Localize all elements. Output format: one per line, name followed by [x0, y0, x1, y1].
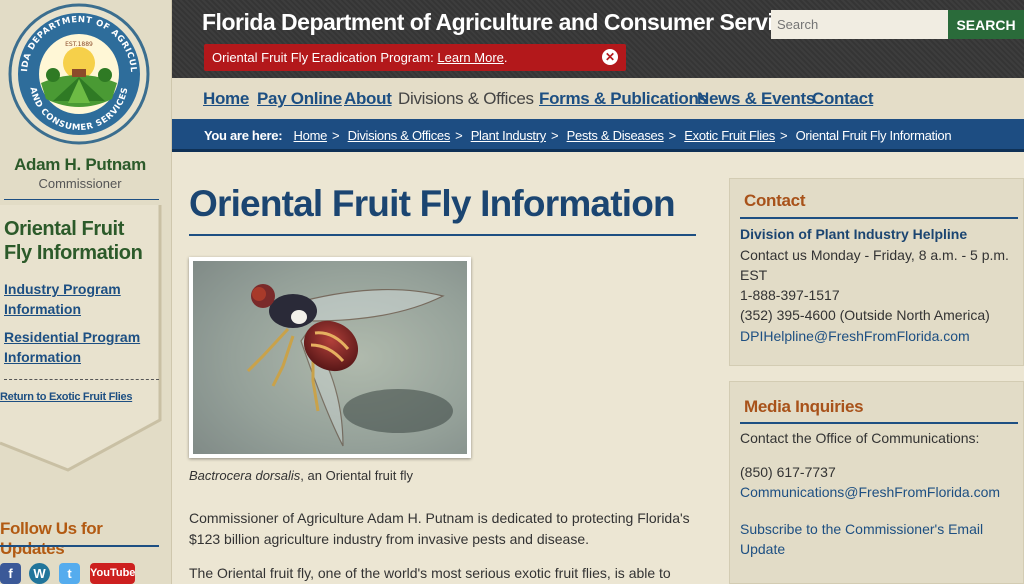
section-nav: Oriental Fruit Fly Information Industry … [0, 205, 172, 475]
fruit-fly-photo-frame [189, 257, 471, 458]
contact-org: Division of Plant Industry Helpline [740, 226, 968, 242]
breadcrumb-home[interactable]: Home [294, 128, 328, 143]
residential-program-link[interactable]: Residential Program Information [4, 327, 154, 367]
breadcrumb-separator: > [455, 128, 463, 143]
seal-est: EST.1889 [65, 41, 93, 48]
contact-box-divider [740, 217, 1018, 219]
department-seal-logo[interactable]: FLORIDA DEPARTMENT OF AGRICULTURE AND CO… [8, 3, 150, 145]
commissioner-name: Adam H. Putnam [14, 155, 146, 174]
sidebar-divider [4, 199, 159, 200]
subscribe-line2: Update [740, 541, 786, 557]
site-header: Florida Department of Agriculture and Co… [172, 0, 1024, 78]
contact-box-title: Contact [744, 191, 806, 210]
nav-about[interactable]: About [344, 89, 392, 109]
subscribe-line1: Subscribe to the Commissioner's Email [740, 521, 984, 537]
youtube-icon[interactable]: YouTube [90, 563, 135, 584]
page-title: Oriental Fruit Fly Information [189, 183, 676, 224]
contact-phone-intl: (352) 395-4600 (Outside North America) [740, 307, 990, 323]
media-box-title: Media Inquiries [744, 397, 864, 416]
search-input[interactable] [771, 10, 948, 39]
nav-home[interactable]: Home [203, 89, 249, 109]
section-nav-title: Oriental Fruit Fly Information [4, 218, 143, 264]
twitter-icon[interactable]: t [59, 563, 80, 584]
nav-forms-publications[interactable]: Forms & Publications [539, 89, 708, 109]
intro-paragraph: Commissioner of Agriculture Adam H. Putn… [189, 510, 690, 547]
follow-us-divider [0, 545, 159, 547]
nav-divisions-offices[interactable]: Divisions & Offices [398, 89, 534, 109]
learn-more-link[interactable]: Learn More [437, 50, 503, 65]
site-title[interactable]: Florida Department of Agriculture and Co… [202, 9, 811, 36]
alert-banner: Oriental Fruit Fly Eradication Program: … [204, 44, 626, 71]
caption-species: Bactrocera dorsalis [189, 468, 301, 483]
contact-hours: Contact us Monday - Friday, 8 a.m. - 5 p… [740, 247, 1009, 263]
nav-contact[interactable]: Contact [812, 89, 873, 109]
media-intro: Contact the Office of Communications: [740, 430, 980, 446]
breadcrumb-divisions-offices[interactable]: Divisions & Offices [348, 128, 451, 143]
contact-phone-tollfree: 1-888-397-1517 [740, 287, 840, 303]
breadcrumb: You are here: Home > Divisions & Offices >… [172, 119, 1024, 152]
breadcrumb-separator: > [332, 128, 340, 143]
subscribe-email-link[interactable]: Subscribe to the Commissioner's Email Upd… [740, 521, 983, 557]
breadcrumb-separator: > [550, 128, 559, 143]
nav-pay-online[interactable]: Pay Online [257, 89, 342, 109]
breadcrumb-pests-diseases[interactable]: Pests & Diseases [567, 128, 664, 143]
breadcrumb-plant-industry[interactable]: Plant Industry [471, 128, 547, 143]
breadcrumb-label: You are here: [204, 128, 283, 143]
main-nav: Home Pay Online About Divisions & Office… [172, 78, 1024, 119]
left-sidebar: FLORIDA DEPARTMENT OF AGRICULTURE AND CO… [0, 0, 172, 584]
title-divider [189, 234, 696, 236]
media-inquiries-box: Media Inquiries Contact the Office of Co… [729, 381, 1024, 584]
alert-suffix: . [503, 50, 508, 65]
breadcrumb-current: Oriental Fruit Fly Information [795, 128, 952, 143]
contact-box: Contact Division of Plant Industry Helpl… [729, 178, 1024, 366]
media-email-link[interactable]: Communications@FreshFromFlorida.com [740, 484, 1000, 500]
return-exotic-fruit-flies-link[interactable]: Return to Exotic Fruit Flies [0, 391, 160, 403]
industry-program-link[interactable]: Industry Program Information [4, 279, 154, 319]
contact-email-link[interactable]: DPIHelpline@FreshFromFlorida.com [740, 328, 970, 344]
close-circle-icon[interactable]: ✕ [602, 49, 618, 65]
contact-hours-tz: EST [740, 267, 768, 283]
follow-us-heading: Follow Us for Updates [0, 519, 103, 558]
photo-caption: Bactrocera dorsalis, an Oriental fruit f… [189, 468, 413, 483]
section-nav-divider [4, 379, 159, 380]
search-button[interactable]: SEARCH [948, 10, 1024, 39]
breadcrumb-separator: > [779, 128, 788, 143]
caption-text: , an Oriental fruit fly [300, 468, 413, 483]
alert-message: Oriental Fruit Fly Eradication Program: … [212, 50, 508, 65]
facebook-icon[interactable]: f [0, 563, 21, 584]
breadcrumb-exotic-fruit-flies[interactable]: Exotic Fruit Flies [684, 128, 775, 143]
wordpress-icon[interactable]: W [29, 563, 50, 584]
oriental-fruit-fly-photo [193, 261, 467, 454]
commissioner-title: Commissioner [38, 176, 122, 191]
media-phone: (850) 617-7737 [740, 464, 836, 480]
breadcrumb-separator: > [668, 128, 677, 143]
nav-news-events[interactable]: News & Events [697, 89, 815, 109]
media-box-divider [740, 422, 1018, 424]
second-paragraph: The Oriental fruit fly, one of the world… [189, 565, 671, 581]
alert-text: Oriental Fruit Fly Eradication Program: [212, 50, 438, 65]
